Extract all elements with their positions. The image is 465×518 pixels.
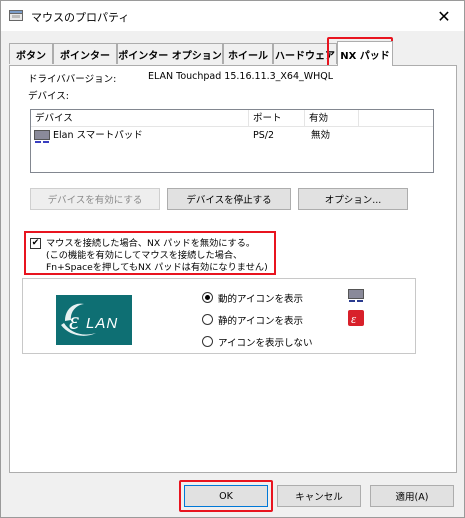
disable-on-mouse-option: ✔ マウスを接続した場合、NX パッドを無効にする。 (この機能を有効にしてマウ…	[24, 231, 276, 275]
cancel-button[interactable]: キャンセル	[277, 485, 361, 507]
mouse-properties-window: マウスのプロパティ ✕ ボタン ポインター ポインター オプション ホイール ハ…	[0, 0, 465, 518]
tab-hardware[interactable]: ハードウェア	[273, 43, 337, 64]
radio-no-icon-label[interactable]: アイコンを表示しない	[218, 335, 313, 349]
device-port: PS/2	[253, 130, 275, 141]
radio-dynamic-icon[interactable]	[202, 292, 213, 303]
enable-device-button[interactable]: デバイスを有効にする	[30, 188, 160, 210]
mouse-properties-icon	[9, 10, 23, 21]
radio-no-icon[interactable]	[202, 336, 213, 347]
device-name: Elan スマートパッド	[53, 130, 143, 141]
stop-device-button[interactable]: デバイスを停止する	[167, 188, 291, 210]
close-icon[interactable]: ✕	[424, 1, 464, 31]
touchpad-icon	[34, 130, 50, 143]
elan-logo: ε LAN	[56, 295, 132, 345]
nx-pad-panel: ドライババージョン: ELAN Touchpad 15.16.11.3_X64_…	[9, 65, 457, 473]
tab-wheel[interactable]: ホイール	[223, 43, 273, 64]
window-title: マウスのプロパティ	[31, 11, 130, 24]
radio-static-icon-label[interactable]: 静的アイコンを表示	[218, 313, 303, 327]
device-list[interactable]: デバイス ポート 有効 Elan スマートパッド PS/2 無効	[30, 109, 434, 173]
options-button[interactable]: オプション...	[298, 188, 408, 210]
devices-label: デバイス:	[28, 91, 69, 102]
tab-nx-pad[interactable]: NX パッド	[337, 41, 393, 66]
column-header-device[interactable]: デバイス	[31, 110, 249, 127]
radio-dynamic-icon-label[interactable]: 動的アイコンを表示	[218, 291, 303, 305]
column-header-enabled[interactable]: 有効	[305, 110, 359, 127]
apply-button[interactable]: 適用(A)	[370, 485, 454, 507]
list-item[interactable]: Elan スマートパッド PS/2 無効	[31, 128, 433, 144]
static-elan-icon: ε	[348, 310, 364, 326]
device-list-header: デバイス ポート 有効	[31, 110, 433, 127]
disable-option-note-2: Fn+Spaceを押してもNX パッドは有効になりません)	[46, 262, 268, 273]
tab-pointer[interactable]: ポインター	[53, 43, 117, 64]
column-header-port[interactable]: ポート	[249, 110, 305, 127]
radio-static-icon[interactable]	[202, 314, 213, 325]
title-bar: マウスのプロパティ ✕	[1, 1, 464, 31]
driver-version-label: ドライババージョン:	[28, 74, 117, 85]
dynamic-touchpad-icon	[348, 289, 364, 302]
tab-pointer-options[interactable]: ポインター オプション	[117, 43, 223, 64]
disable-on-mouse-checkbox[interactable]: ✔	[30, 238, 41, 249]
elan-logo-text: LAN	[86, 315, 118, 332]
driver-version-value: ELAN Touchpad 15.16.11.3_X64_WHQL	[148, 71, 334, 82]
device-enabled: 無効	[311, 130, 331, 141]
tab-buttons[interactable]: ボタン	[9, 43, 53, 64]
ok-button[interactable]: OK	[184, 485, 268, 507]
svg-text:ε: ε	[351, 311, 357, 326]
svg-text:ε: ε	[69, 308, 79, 335]
